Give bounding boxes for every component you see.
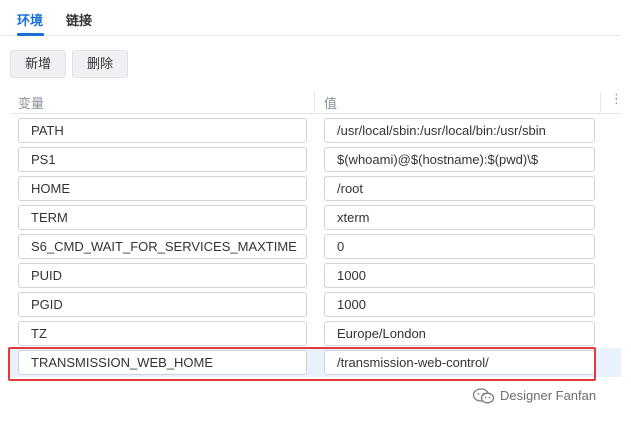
variable-name-field[interactable]: TRANSMISSION_WEB_HOME bbox=[18, 350, 307, 375]
table-row[interactable]: PUID 1000 bbox=[10, 261, 621, 290]
table-row[interactable]: TZ Europe/London bbox=[10, 319, 621, 348]
watermark-text: Designer Fanfan bbox=[500, 388, 597, 403]
table-row[interactable]: S6_CMD_WAIT_FOR_SERVICES_MAXTIME 0 bbox=[10, 232, 621, 261]
active-tab-indicator bbox=[17, 33, 44, 36]
tab-environment[interactable]: 环境 bbox=[17, 10, 43, 29]
add-button[interactable]: 新增 bbox=[10, 50, 66, 78]
column-divider[interactable] bbox=[314, 92, 315, 112]
table-row-selected[interactable]: TRANSMISSION_WEB_HOME /transmission-web-… bbox=[10, 348, 621, 377]
watermark: Designer Fanfan bbox=[472, 386, 622, 406]
tab-links[interactable]: 链接 bbox=[66, 10, 92, 29]
variable-value-field[interactable]: 1000 bbox=[324, 263, 595, 288]
column-divider[interactable] bbox=[600, 92, 601, 112]
column-menu-icon[interactable]: ⋮ bbox=[610, 92, 623, 106]
table-row[interactable]: PS1 $(whoami)@$(hostname):$(pwd)\$ bbox=[10, 145, 621, 174]
variable-value-field[interactable]: /transmission-web-control/ bbox=[324, 350, 595, 375]
variable-value-field[interactable]: xterm bbox=[324, 205, 595, 230]
table-row[interactable]: HOME /root bbox=[10, 174, 621, 203]
variable-name-field[interactable]: TZ bbox=[18, 321, 307, 346]
tab-bar: 环境 链接 bbox=[0, 0, 621, 36]
variable-name-field[interactable]: PUID bbox=[18, 263, 307, 288]
variable-name-field[interactable]: HOME bbox=[18, 176, 307, 201]
variable-value-field[interactable]: $(whoami)@$(hostname):$(pwd)\$ bbox=[324, 147, 595, 172]
table-row[interactable]: TERM xterm bbox=[10, 203, 621, 232]
column-header-variable[interactable]: 变量 bbox=[18, 93, 44, 112]
variable-value-field[interactable]: 0 bbox=[324, 234, 595, 259]
variable-value-field[interactable]: /usr/local/sbin:/usr/local/bin:/usr/sbin bbox=[324, 118, 595, 143]
variable-name-field[interactable]: S6_CMD_WAIT_FOR_SERVICES_MAXTIME bbox=[18, 234, 307, 259]
variable-name-field[interactable]: TERM bbox=[18, 205, 307, 230]
environment-panel: 环境 链接 新增 删除 变量 值 ⋮ PATH /usr/local/sbin:… bbox=[0, 0, 631, 424]
variable-name-field[interactable]: PS1 bbox=[18, 147, 307, 172]
variable-value-field[interactable]: Europe/London bbox=[324, 321, 595, 346]
variable-value-field[interactable]: 1000 bbox=[324, 292, 595, 317]
wechat-icon bbox=[472, 388, 495, 404]
variable-name-field[interactable]: PATH bbox=[18, 118, 307, 143]
delete-button[interactable]: 删除 bbox=[72, 50, 128, 78]
table-header: 变量 值 ⋮ bbox=[10, 89, 623, 114]
table-row[interactable]: PATH /usr/local/sbin:/usr/local/bin:/usr… bbox=[10, 116, 621, 145]
variable-value-field[interactable]: /root bbox=[324, 176, 595, 201]
column-header-value[interactable]: 值 bbox=[324, 93, 337, 112]
variable-name-field[interactable]: PGID bbox=[18, 292, 307, 317]
table-row[interactable]: PGID 1000 bbox=[10, 290, 621, 319]
